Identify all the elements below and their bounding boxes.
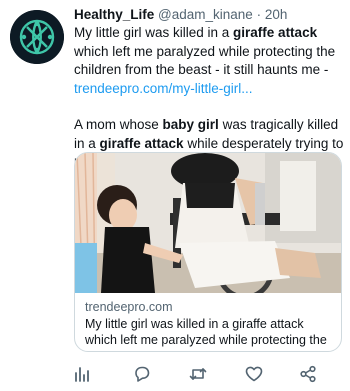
card-image[interactable] bbox=[75, 153, 341, 293]
card-domain: trendeepro.com bbox=[85, 300, 173, 314]
retweet-icon bbox=[189, 368, 207, 380]
analytics-button[interactable] bbox=[70, 362, 94, 386]
retweet-button[interactable] bbox=[186, 362, 210, 386]
tweet-header: Healthy_Life @adam_kinane · 20h bbox=[74, 6, 342, 24]
analytics-icon bbox=[75, 367, 89, 382]
tweet-text: My little girl was killed in a giraffe a… bbox=[74, 24, 344, 172]
share-icon bbox=[300, 365, 316, 383]
para2-bold-1: baby girl bbox=[162, 117, 219, 132]
share-button[interactable] bbox=[296, 362, 320, 386]
reply-button[interactable] bbox=[130, 362, 154, 386]
user-handle[interactable]: @adam_kinane bbox=[158, 7, 253, 22]
para2-text-1: A mom whose bbox=[74, 117, 163, 132]
card-meta[interactable]: trendeepro.com My little girl was killed… bbox=[85, 299, 333, 352]
avatar[interactable] bbox=[10, 10, 64, 64]
para2-bold-2: giraffe attack bbox=[99, 135, 184, 151]
tweet-paragraph-1: My little girl was killed in a giraffe a… bbox=[74, 24, 344, 98]
card-photo bbox=[75, 153, 341, 293]
para1-text-b: which left me paralyzed while protecting… bbox=[74, 43, 336, 78]
tweet-link[interactable]: trendeepro.com/my-little-girl... bbox=[74, 81, 253, 96]
timestamp[interactable]: 20h bbox=[265, 7, 288, 22]
display-name[interactable]: Healthy_Life bbox=[74, 7, 154, 22]
separator: · bbox=[256, 7, 262, 22]
like-icon bbox=[245, 366, 263, 382]
para1-bold: giraffe attack bbox=[233, 25, 318, 40]
tweet-actions bbox=[70, 362, 340, 386]
para1-text-a: My little girl was killed in a bbox=[74, 25, 234, 40]
card-title: My little girl was killed in a giraffe a… bbox=[85, 316, 327, 352]
tweet[interactable]: Healthy_Life @adam_kinane · 20h My littl… bbox=[0, 0, 350, 391]
link-card[interactable]: trendeepro.com My little girl was killed… bbox=[74, 152, 342, 352]
reply-icon bbox=[135, 366, 150, 382]
avatar-logo-icon bbox=[10, 10, 64, 64]
like-button[interactable] bbox=[242, 362, 266, 386]
